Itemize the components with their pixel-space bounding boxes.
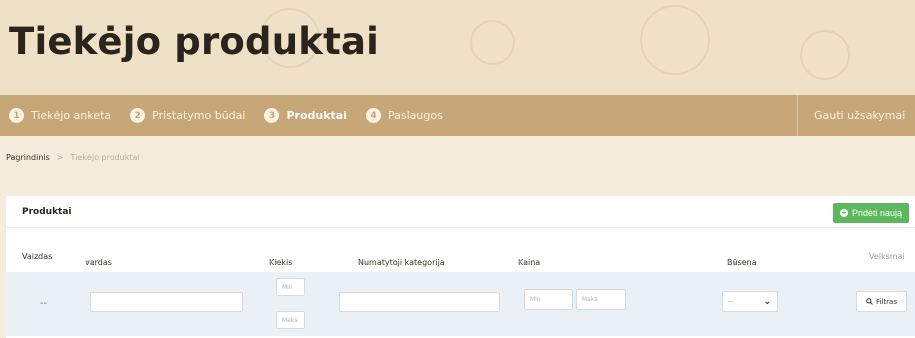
column-label: Numatytoji kategorija (358, 258, 445, 267)
price-max-input[interactable]: Maks (576, 289, 626, 310)
step-label: Paslaugos (387, 109, 443, 122)
step-label: Pristatymo būdai (152, 109, 246, 122)
products-panel: Produktai + Pridėti naują Vaizdas vardas… (6, 196, 915, 338)
decorative-doodle (470, 20, 515, 65)
add-button-label: Pridėti naują (851, 207, 902, 218)
add-new-product-button[interactable]: + Pridėti naują (832, 202, 909, 223)
price-min-input[interactable]: Min (524, 289, 573, 310)
step-number-badge: 2 (130, 108, 146, 123)
step-delivery-methods[interactable]: 2 Pristatymo būdai (130, 108, 245, 123)
page-header-banner: Tiekėjo produktai (0, 0, 915, 95)
sort-arrows-icon[interactable]: ▾ ▴ (727, 258, 736, 266)
search-icon (866, 298, 873, 305)
quantity-max-input[interactable]: Maks (276, 311, 305, 329)
sort-arrows-icon[interactable]: ▾ ▴ (358, 258, 367, 266)
panel-title: Produktai (22, 206, 72, 217)
step-number-badge: 1 (9, 108, 24, 123)
name-filter-input[interactable] (90, 292, 243, 312)
step-label: Tiekėjo anketa (31, 109, 112, 122)
wizard-steps-bar: 1 Tiekėjo anketa 2 Pristatymo būdai 3 Pr… (0, 95, 915, 136)
table-filter-row: -- Min Maks Min Maks -- ⌄ Filtras (6, 272, 915, 336)
step-number-badge: 4 (365, 108, 381, 123)
sort-arrows-icon[interactable]: ▾ ▴ (269, 258, 278, 266)
step-number-badge: 3 (264, 108, 280, 123)
status-select[interactable]: -- ⌄ (722, 291, 778, 312)
status-select-value: -- (728, 297, 734, 306)
sort-arrows-icon[interactable]: ▾ ▴ (85, 258, 94, 266)
step-label: Produktai (286, 109, 347, 122)
decorative-doodle (800, 30, 850, 80)
breadcrumb-separator: > (56, 153, 64, 162)
decorative-doodle (640, 5, 710, 75)
sort-arrows-icon[interactable]: ▾ ▴ (518, 258, 527, 266)
chevron-down-icon: ⌄ (763, 297, 771, 307)
step-services[interactable]: 4 Paslaugos (365, 108, 443, 123)
breadcrumb: Pagrindinis > Tiekėjo produktai (6, 153, 140, 162)
column-header-actions: Veiksmai (869, 252, 905, 261)
quantity-min-input[interactable]: Min (276, 278, 305, 296)
breadcrumb-current: Tiekėjo produktai (70, 153, 140, 162)
filter-button[interactable]: Filtras (856, 291, 907, 312)
breadcrumb-home-link[interactable]: Pagrindinis (6, 153, 50, 162)
page-title: Tiekėjo produktai (9, 20, 380, 63)
step-products[interactable]: 3 Produktai (264, 108, 347, 123)
filter-button-label: Filtras (876, 297, 897, 306)
column-header-image: Vaizdas (22, 252, 53, 261)
table-header-row: Vaizdas vardas ▾ ▴ Kiekis ▾ ▴ Numatytoji… (6, 246, 915, 268)
panel-header: Produktai + Pridėti naują (6, 196, 915, 228)
plus-circle-icon: + (839, 207, 848, 217)
image-filter-placeholder: -- (40, 298, 48, 309)
get-orders-link[interactable]: Gauti užsakymai (797, 95, 915, 136)
category-filter-input[interactable] (339, 292, 500, 312)
step-supplier-form[interactable]: 1 Tiekėjo anketa (9, 108, 111, 123)
